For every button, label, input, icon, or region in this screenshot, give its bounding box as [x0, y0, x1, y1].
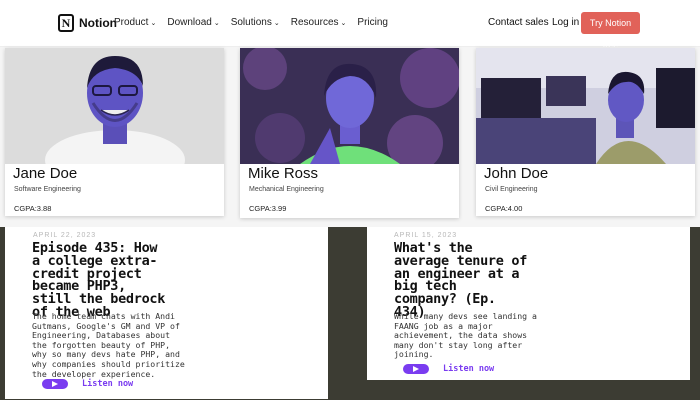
- episode-description: The home team chats with Andi Gutmans, G…: [32, 311, 185, 379]
- profile-department: Software Engineering: [14, 186, 81, 193]
- episode-title[interactable]: Episode 435: How a college extra- credit…: [32, 241, 165, 319]
- profile-cgpa: CGPA:4.00: [485, 204, 523, 213]
- brand-name[interactable]: Notion: [79, 16, 117, 30]
- menu-item-solutions[interactable]: Solutions ⌄: [231, 17, 280, 28]
- try-notion-free-button[interactable]: Try Notion free: [581, 12, 640, 50]
- contact-sales-link[interactable]: Contact sales: [488, 17, 549, 28]
- menu-item-download[interactable]: Download ⌄: [167, 17, 219, 28]
- podcast-section: APRIL 22, 2023 Episode 435: How a colleg…: [0, 227, 700, 400]
- profile-card[interactable]: Jane Doe Software Engineering CGPA:3.88: [5, 48, 224, 216]
- menu-item-product[interactable]: Product ⌄: [114, 17, 156, 28]
- profile-photo: [240, 48, 459, 164]
- chevron-down-icon: ⌄: [340, 20, 347, 27]
- profile-cards-section: Jane Doe Software Engineering CGPA:3.88 …: [0, 47, 700, 227]
- play-icon: [403, 364, 429, 374]
- profile-cgpa: CGPA:3.88: [14, 204, 52, 213]
- chevron-down-icon: ⌄: [273, 20, 280, 27]
- profile-photo: [5, 48, 224, 164]
- listen-now-button[interactable]: Listen now: [403, 364, 494, 374]
- main-menu: Product ⌄ Download ⌄ Solutions ⌄ Resources ⌄…: [114, 17, 388, 28]
- login-link[interactable]: Log in: [552, 17, 579, 28]
- profile-card[interactable]: John Doe Civil Engineering CGPA:4.00: [476, 48, 695, 216]
- profile-cgpa: CGPA:3.99: [249, 204, 287, 213]
- top-navbar: N Notion Product ⌄ Download ⌄ Solutions ⌄ R…: [0, 0, 700, 50]
- episode-description: While many devs see landing a FAANG job …: [394, 311, 537, 360]
- episode-card[interactable]: APRIL 22, 2023 Episode 435: How a colleg…: [5, 227, 328, 399]
- episode-date: APRIL 22, 2023: [33, 232, 97, 239]
- profile-department: Civil Engineering: [485, 186, 538, 193]
- profile-card[interactable]: Mike Ross Mechanical Engineering CGPA:3.…: [240, 48, 459, 218]
- profile-name: Jane Doe: [13, 165, 78, 182]
- menu-item-resources[interactable]: Resources ⌄: [291, 17, 347, 28]
- notion-logo-icon[interactable]: N: [58, 14, 74, 32]
- profile-photo: [476, 48, 695, 164]
- chevron-down-icon: ⌄: [213, 20, 220, 27]
- chevron-down-icon: ⌄: [150, 20, 157, 27]
- listen-now-button[interactable]: Listen now: [42, 379, 133, 389]
- episode-card[interactable]: APRIL 15, 2023 What's the average tenure…: [367, 227, 690, 380]
- profile-name: John Doe: [484, 165, 549, 182]
- profile-department: Mechanical Engineering: [249, 186, 324, 193]
- menu-item-pricing[interactable]: Pricing: [357, 17, 388, 28]
- play-icon: [42, 379, 68, 389]
- profile-name: Mike Ross: [248, 165, 319, 182]
- episode-date: APRIL 15, 2023: [394, 232, 458, 239]
- episode-title[interactable]: What's the average tenure of an engineer…: [394, 241, 527, 319]
